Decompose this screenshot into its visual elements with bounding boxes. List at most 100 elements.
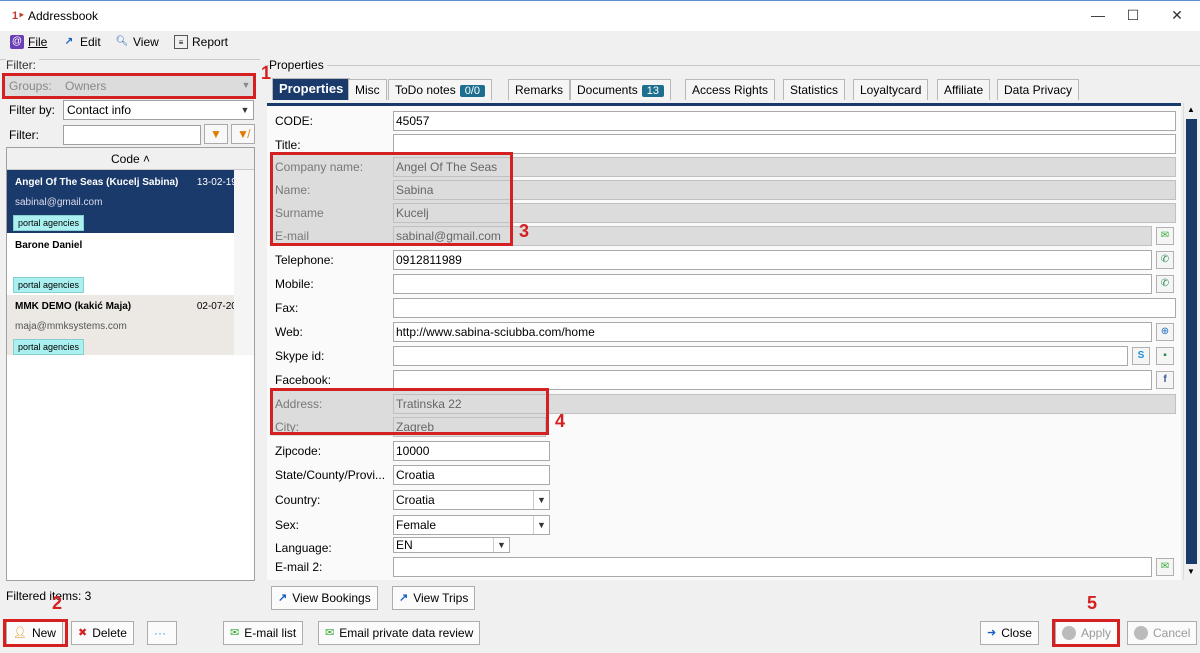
delete-user-icon: ✖ [78,627,88,639]
chevron-down-icon: ▼ [240,105,250,115]
telephone-field[interactable]: 0912811989 [393,250,1152,270]
highlight-box-2 [3,619,68,647]
email-list-button[interactable]: ✉ E-mail list [223,621,304,645]
close-button[interactable]: ➜ Close [980,621,1039,645]
fax-field[interactable] [393,298,1176,318]
skype-label: Skype id: [275,349,325,363]
phone-icon[interactable]: ✆ [1156,251,1174,269]
column-code-label: Code [110,152,140,166]
sex-label: Sex: [275,518,300,532]
arrow-icon: ↗ [399,592,409,604]
filter-by-label: Filter by: [9,103,56,117]
tab-documents[interactable]: Documents 13 [570,79,671,100]
filter-input[interactable] [63,125,201,145]
contact-list[interactable]: Code ˄ Angel Of The Seas (Kucelj Sabina)… [6,147,255,581]
email2-label: E-mail 2: [275,560,323,574]
tab-access-rights[interactable]: Access Rights [685,79,776,100]
tab-statistics[interactable]: Statistics [783,79,846,100]
tab-properties[interactable]: Properties [272,78,351,100]
email-icon: ✉ [230,627,240,639]
tab-label: Remarks [515,83,564,97]
phone-icon[interactable]: ✆ [1156,275,1174,293]
web-label: Web: [275,325,303,339]
facebook-icon[interactable]: f [1156,371,1174,389]
chevron-down-icon: ▼ [533,491,549,509]
send-email-icon[interactable]: ✉ [1156,227,1174,245]
country-value: Croatia [396,493,435,507]
menu-bar: @ File ↗ Edit 🔍︎ View ≡ Report [0,32,1200,54]
skype-icon[interactable]: S [1132,347,1150,365]
mobile-field[interactable] [393,274,1152,294]
annotation-3: 3 [519,221,530,241]
scroll-down-icon[interactable]: ▼ [1187,567,1195,576]
tab-label: ToDo notes [395,83,456,97]
form-scrollbar[interactable]: ▲ ▼ [1183,103,1198,580]
tab-label: Access Rights [692,83,769,97]
menu-view[interactable]: 🔍︎ View [115,35,159,49]
fax-label: Fax: [275,301,299,315]
menu-file[interactable]: @ File [10,35,47,49]
column-header-code[interactable]: Code ˄ [7,148,254,170]
scroll-thumb[interactable] [1186,119,1197,564]
title-bar: 1‣ Addressbook — ☐ ✕ [0,0,1200,31]
app-icon: 1‣ [12,10,25,22]
zipcode-field[interactable]: 10000 [393,441,550,461]
mobile-label: Mobile: [275,277,314,291]
properties-divider [265,65,1200,66]
menu-file-label: File [28,35,48,49]
email-private-data-button[interactable]: ✉ Email private data review [318,621,481,645]
scroll-up-icon[interactable]: ▲ [1187,105,1195,114]
contact-email: sabinal@gmail.com [15,197,103,208]
properties-section-title: Properties [269,58,327,72]
sex-value: Female [396,518,437,532]
chat-icon[interactable]: ▪ [1156,347,1174,365]
view-bookings-button[interactable]: ↗ View Bookings [271,586,378,610]
clear-filter-icon[interactable]: ▼̸ [231,124,255,144]
sex-select[interactable]: Female ▼ [393,515,550,535]
language-select[interactable]: EN ▼ [393,537,510,553]
cancel-button[interactable]: Cancel [1127,621,1198,645]
contact-name: MMK DEMO (kakić Maja) [15,301,132,312]
tab-loyaltycard[interactable]: Loyaltycard [853,79,929,100]
view-trips-button[interactable]: ↗ View Trips [392,586,476,610]
tab-todo-notes[interactable]: ToDo notes 0/0 [388,79,492,100]
skype-field[interactable] [393,346,1128,366]
send-email-icon[interactable]: ✉ [1156,558,1174,576]
list-item[interactable]: Angel Of The Seas (Kucelj Sabina) 13-02-… [7,170,254,233]
minimize-button[interactable]: — [1083,7,1113,27]
state-field[interactable]: Croatia [393,465,550,485]
close-window-button[interactable]: ✕ [1162,7,1192,27]
list-item[interactable]: Barone Daniel portal agencies [7,233,254,295]
maximize-button[interactable]: ☐ [1118,7,1148,27]
menu-edit[interactable]: ↗ Edit [62,35,101,49]
tab-data-privacy[interactable]: Data Privacy [997,79,1080,100]
code-field[interactable]: 45057 [393,111,1176,131]
filter-section-title: Filter: [6,58,39,72]
delete-button[interactable]: ✖ Delete [71,621,134,645]
file-icon: @ [10,35,24,49]
list-scroll-area [234,170,254,355]
delete-label: Delete [92,626,127,640]
filter-by-select[interactable]: Contact info ▼ [63,100,254,120]
telephone-label: Telephone: [275,253,334,267]
tab-affiliate[interactable]: Affiliate [937,79,991,100]
menu-view-label: View [133,35,159,49]
tab-label: Data Privacy [1004,83,1073,97]
facebook-field[interactable] [393,370,1152,390]
country-select[interactable]: Croatia ▼ [393,490,550,510]
highlight-box-5 [1052,619,1120,647]
more-button[interactable]: ··· [147,621,177,645]
tab-remarks[interactable]: Remarks [508,79,571,100]
globe-icon[interactable]: ⊕ [1156,323,1174,341]
title-field[interactable] [393,134,1176,154]
documents-badge: 13 [641,85,664,97]
list-item[interactable]: MMK DEMO (kakić Maja) 02-07-2005 maja@mm… [7,295,254,355]
menu-report[interactable]: ≡ Report [174,35,228,49]
apply-filter-icon[interactable]: ▼ [204,124,228,144]
contact-name: Barone Daniel [15,240,83,251]
email2-field[interactable] [393,557,1152,577]
web-field[interactable]: http://www.sabina-sciubba.com/home [393,322,1152,342]
filter-divider [0,59,260,60]
cancel-label: Cancel [1153,626,1191,640]
tab-misc[interactable]: Misc [348,79,387,100]
